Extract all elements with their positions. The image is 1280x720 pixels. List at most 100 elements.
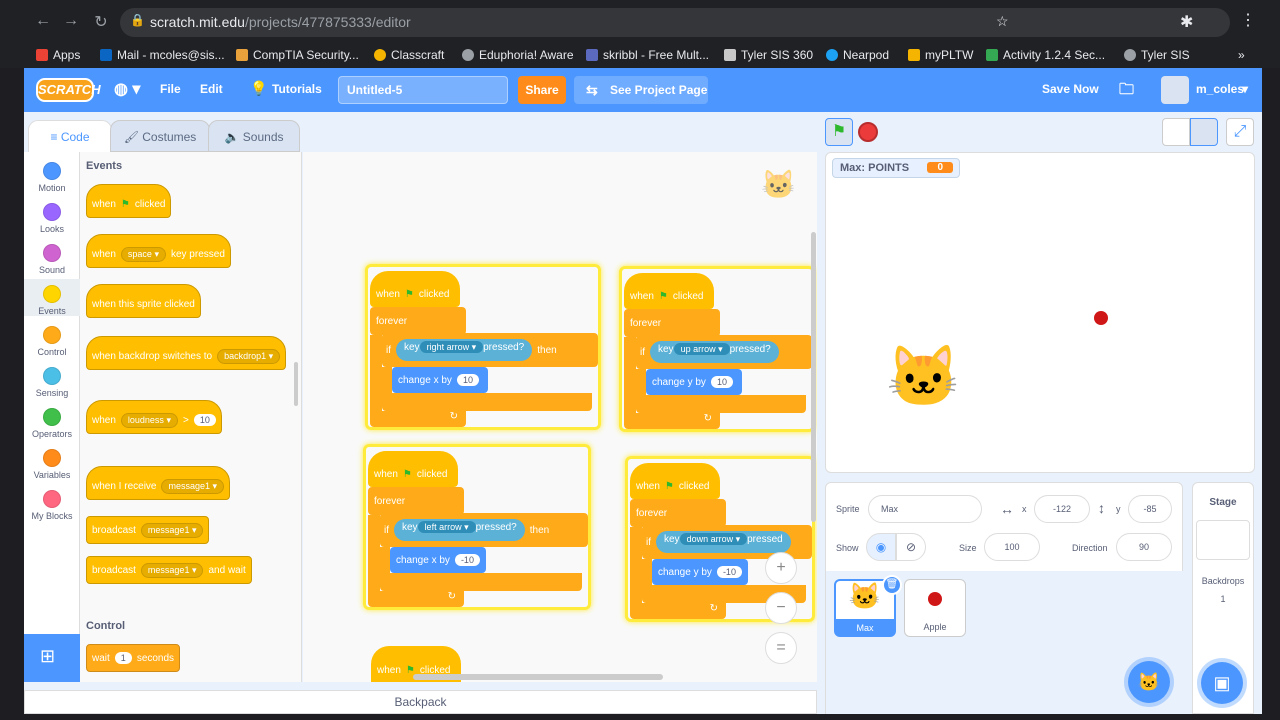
if-block[interactable]: if key right arrow ▾ pressed? then [382, 333, 598, 367]
loudness-dropdown[interactable]: loudness ▾ [120, 412, 178, 428]
project-title-input[interactable]: Untitled-5 [338, 76, 508, 104]
category-variables[interactable]: Variables [24, 443, 80, 480]
key-dropdown[interactable]: left arrow ▾ [417, 521, 476, 533]
username[interactable]: m_coles [1196, 82, 1244, 96]
zoom-reset-button[interactable]: = [765, 632, 797, 664]
key-dropdown[interactable]: down arrow ▾ [679, 533, 748, 545]
avatar[interactable] [1161, 76, 1189, 104]
edit-menu[interactable]: Edit [200, 82, 223, 96]
category-my-blocks[interactable]: My Blocks [24, 484, 80, 521]
apple-sprite[interactable] [1094, 311, 1108, 325]
back-icon[interactable]: ← [32, 12, 54, 30]
stage[interactable]: Max: POINTS 0 🐱 [825, 152, 1255, 473]
bookmark-comptia[interactable]: CompTIA Security... [236, 48, 359, 62]
backpack[interactable]: Backpack [24, 690, 817, 714]
show-hidden-icon[interactable]: ⊘ [896, 533, 926, 561]
motion-value[interactable]: -10 [454, 554, 480, 566]
code-horizontal-scrollbar[interactable] [413, 674, 663, 680]
add-extension-button[interactable]: ⊞ [24, 634, 80, 682]
sprite-name-input[interactable]: Max [868, 495, 982, 523]
kebab-menu-icon[interactable]: ⋮ [1240, 10, 1256, 30]
chevron-down-icon[interactable]: ▾ [1242, 82, 1248, 96]
direction-input[interactable]: 90 [1116, 533, 1172, 561]
y-input[interactable]: -85 [1128, 495, 1172, 523]
reload-icon[interactable]: ↻ [90, 12, 112, 32]
category-control[interactable]: Control [24, 320, 80, 357]
tab-costumes[interactable]: 🖌 Costumes [110, 120, 210, 152]
code-area[interactable]: 🐱 when ⚑ clicked forever if key right arrow… [303, 152, 817, 682]
if-block[interactable]: if key left arrow ▾ pressed? then [380, 513, 588, 547]
cat-sprite[interactable]: 🐱 [886, 341, 961, 412]
fullscreen-icon[interactable]: ⤢ [1226, 118, 1254, 146]
size-input[interactable]: 100 [984, 533, 1040, 561]
globe-icon[interactable]: ◍ ▾ [114, 79, 140, 99]
zoom-in-button[interactable]: + [765, 552, 797, 584]
block-when-sprite-clicked[interactable]: when this sprite clicked [86, 284, 201, 318]
category-sound[interactable]: Sound [24, 238, 80, 275]
key-dropdown[interactable]: space ▾ [120, 246, 166, 262]
motion-block[interactable]: change x by -10 [390, 547, 486, 573]
bookmark-apps[interactable]: Apps [36, 48, 80, 62]
stage-thumbnail[interactable] [1196, 520, 1250, 560]
bookmark-activity[interactable]: Activity 1.2.4 Sec... [986, 48, 1105, 62]
save-now-button[interactable]: Save Now [1042, 82, 1099, 96]
bookmark-eduphoria[interactable]: Eduphoria! Aware [462, 48, 574, 62]
hat-block[interactable]: when ⚑ clicked [370, 271, 460, 307]
motion-block[interactable]: change y by 10 [646, 369, 742, 395]
block-broadcast-and-wait[interactable]: broadcast message1 ▾ and wait [86, 556, 252, 584]
code-vertical-scrollbar[interactable] [811, 232, 816, 522]
script-2[interactable]: when ⚑ clicked forever if key up arrow ▾ pre… [619, 266, 815, 432]
zoom-out-button[interactable]: − [765, 592, 797, 624]
message-dropdown[interactable]: message1 ▾ [161, 478, 225, 494]
x-input[interactable]: -122 [1034, 495, 1090, 523]
see-project-page-button[interactable]: ⇆ See Project Page [574, 76, 708, 104]
forever-block[interactable]: forever [370, 307, 466, 335]
green-flag-icon[interactable]: ⚑ [825, 118, 853, 146]
key-pressed-sensing[interactable]: key up arrow ▾ pressed? [650, 341, 779, 363]
add-sprite-icon[interactable]: 🐱 [1128, 661, 1170, 703]
category-sensing[interactable]: Sensing [24, 361, 80, 398]
category-motion[interactable]: Motion [24, 156, 80, 193]
motion-block[interactable]: change y by -10 [652, 559, 748, 585]
star-icon[interactable]: ☆ [996, 13, 1009, 30]
motion-block[interactable]: change x by 10 [392, 367, 488, 393]
key-dropdown[interactable]: right arrow ▾ [419, 341, 484, 353]
scratch-logo[interactable]: SCRATCH [36, 78, 101, 102]
small-stage-icon[interactable] [1162, 118, 1190, 146]
folder-icon[interactable]: 🗀 [1119, 79, 1134, 104]
bookmark-mail[interactable]: Mail - mcoles@sis... [100, 48, 225, 62]
key-dropdown[interactable]: up arrow ▾ [673, 343, 730, 355]
category-operators[interactable]: Operators [24, 402, 80, 439]
bookmark-nearpod[interactable]: Nearpod [826, 48, 889, 62]
bookmarks-overflow[interactable]: » [1238, 48, 1245, 62]
block-when-flag-clicked[interactable]: when ⚑ clicked [86, 184, 172, 218]
key-pressed-sensing[interactable]: key down arrow ▾ pressed [656, 531, 791, 553]
bookmark-tyler-sis-360[interactable]: Tyler SIS 360 [724, 48, 813, 62]
motion-value[interactable]: 10 [456, 374, 479, 386]
block-when-i-receive[interactable]: when I receive message1 ▾ [86, 466, 231, 500]
script-3[interactable]: when ⚑ clicked forever if key left arrow ▾ p… [363, 444, 591, 610]
show-visible-icon[interactable]: ◉ [866, 533, 896, 561]
block-when-loudness[interactable]: when loudness ▾ >10 [86, 400, 222, 434]
block-wait[interactable]: wait 1 seconds [86, 644, 181, 672]
loudness-value[interactable]: 10 [193, 414, 216, 426]
bookmark-classcraft[interactable]: Classcraft [374, 48, 444, 62]
forever-block[interactable]: forever [624, 309, 720, 337]
tab-code[interactable]: ≡ Code [28, 120, 112, 152]
delete-sprite-icon[interactable]: 🗑 [882, 575, 902, 595]
forever-block[interactable]: forever [630, 499, 726, 527]
forever-block[interactable]: forever [368, 487, 464, 515]
bookmark-mypltw[interactable]: myPLTW [908, 48, 973, 62]
tab-sounds[interactable]: 🔈 Sounds [208, 120, 300, 152]
hat-block[interactable]: when ⚑ clicked [368, 451, 458, 487]
category-looks[interactable]: Looks [24, 197, 80, 234]
category-events[interactable]: Events [24, 279, 80, 316]
backdrop-dropdown[interactable]: backdrop1 ▾ [217, 348, 281, 364]
hat-block[interactable]: when ⚑ clicked [630, 463, 720, 499]
tutorials-menu[interactable]: Tutorials [272, 82, 322, 96]
hat-block[interactable]: when ⚑ clicked [624, 273, 714, 309]
sprite-thumb-apple[interactable]: Apple [904, 579, 966, 637]
file-menu[interactable]: File [160, 82, 181, 96]
large-stage-icon[interactable] [1190, 118, 1218, 146]
block-broadcast[interactable]: broadcast message1 ▾ [86, 516, 210, 544]
